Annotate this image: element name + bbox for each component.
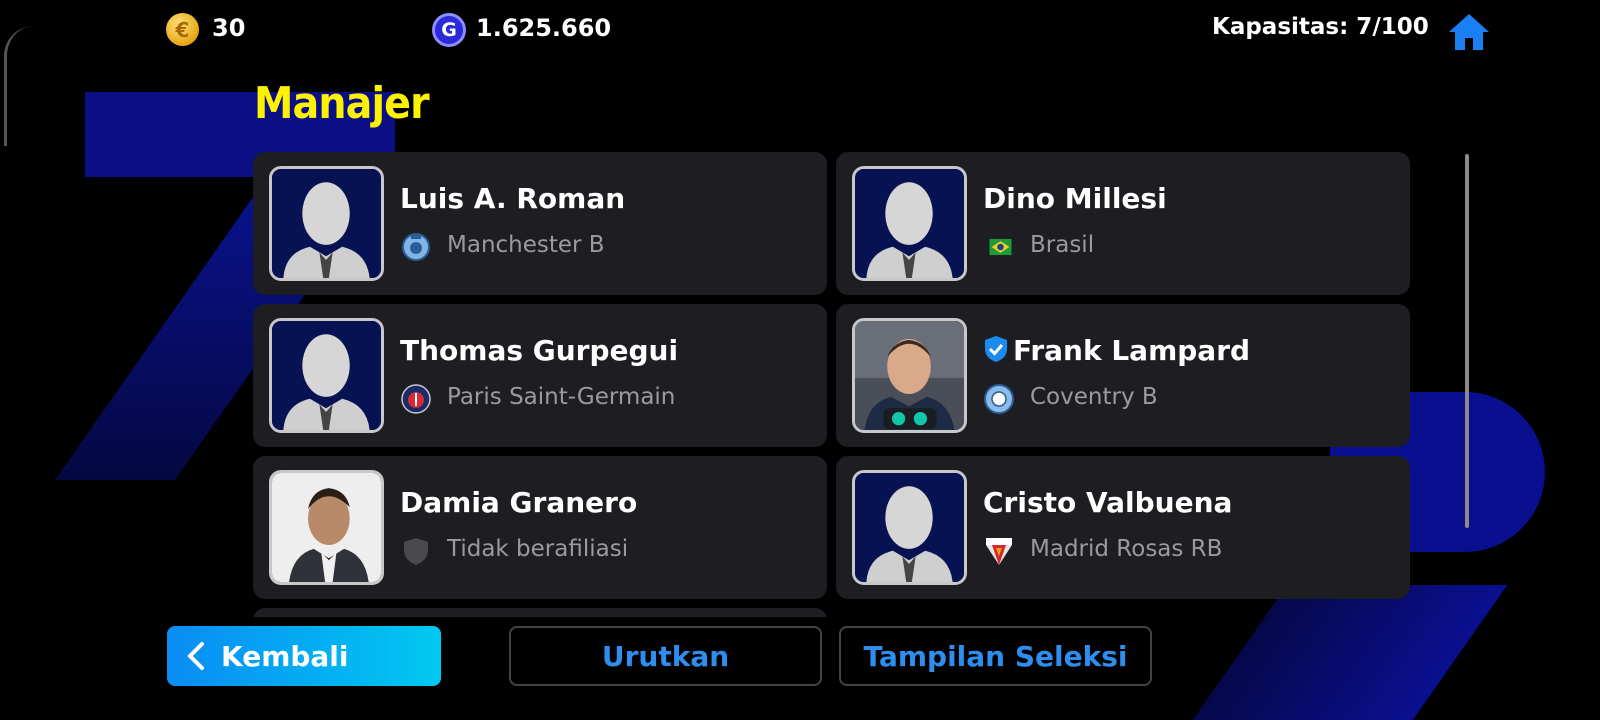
manager-card-dino-millesi[interactable]: Dino Millesi Brasil xyxy=(836,152,1410,295)
psg-crest-icon xyxy=(401,384,431,414)
coventry-crest-icon xyxy=(984,384,1014,414)
manager-card-partial[interactable] xyxy=(253,608,827,617)
manager-card-frank-lampard[interactable]: Frank Lampard Coventry B xyxy=(836,304,1410,447)
page-title: Manajer xyxy=(254,78,430,129)
manager-portrait-silhouette xyxy=(852,166,967,281)
top-bar: € 30 G 1.625.660 Kapasitas: 7/100 xyxy=(0,0,1600,60)
gp-icon: G xyxy=(432,13,466,47)
manager-club: Madrid Rosas RB xyxy=(1030,536,1223,562)
efootball-coin-icon: € xyxy=(166,13,199,46)
home-icon[interactable] xyxy=(1447,10,1491,54)
manchester-b-crest-icon xyxy=(402,233,430,261)
sort-button[interactable]: Urutkan xyxy=(509,626,822,686)
manager-portrait-silhouette xyxy=(269,166,384,281)
manager-club: Coventry B xyxy=(1030,384,1158,410)
manager-name-text: Frank Lampard xyxy=(1013,334,1251,367)
manager-portrait-silhouette xyxy=(852,470,967,585)
manager-name: Thomas Gurpegui xyxy=(400,334,679,367)
gp-balance: 1.625.660 xyxy=(476,14,612,42)
back-button-label: Kembali xyxy=(221,639,349,673)
selection-view-button-label: Tampilan Seleksi xyxy=(863,639,1128,673)
manager-card-thomas-gurpegui[interactable]: Thomas Gurpegui Paris Saint-Germain xyxy=(253,304,827,447)
manager-club: Brasil xyxy=(1030,232,1095,258)
manager-card-cristo-valbuena[interactable]: Cristo Valbuena Madrid Rosas RB xyxy=(836,456,1410,599)
manager-name: Frank Lampard xyxy=(983,334,1250,367)
manager-club: Tidak berafiliasi xyxy=(447,536,629,562)
list-scrollbar[interactable] xyxy=(1465,154,1469,528)
manager-list[interactable]: Luis A. Roman Manchester B Dino Millesi … xyxy=(253,152,1413,617)
manager-portrait-photo xyxy=(852,318,967,433)
manager-name: Dino Millesi xyxy=(983,182,1167,215)
manager-name: Damia Granero xyxy=(400,486,638,519)
madrid-rosas-crest-icon xyxy=(986,538,1012,565)
manager-club: Paris Saint-Germain xyxy=(447,384,676,410)
manager-name: Cristo Valbuena xyxy=(983,486,1233,519)
back-button[interactable]: Kembali xyxy=(167,626,441,686)
manager-card-luis-a-roman[interactable]: Luis A. Roman Manchester B xyxy=(253,152,827,295)
sort-button-label: Urutkan xyxy=(601,639,730,673)
capacity-label: Kapasitas: 7/100 xyxy=(1212,14,1429,40)
manager-portrait-silhouette xyxy=(269,318,384,433)
coin-balance: 30 xyxy=(212,14,246,42)
unaffiliated-shield-icon xyxy=(404,538,428,565)
manager-name: Luis A. Roman xyxy=(400,182,626,215)
manager-card-damia-granero[interactable]: Damia Granero Tidak berafiliasi xyxy=(253,456,827,599)
manager-portrait-photo xyxy=(269,470,384,585)
brazil-flag-icon xyxy=(989,238,1012,256)
selection-view-button[interactable]: Tampilan Seleksi xyxy=(839,626,1152,686)
verified-badge-icon xyxy=(985,336,1007,362)
chevron-left-icon xyxy=(187,642,204,670)
manager-club: Manchester B xyxy=(447,232,605,258)
